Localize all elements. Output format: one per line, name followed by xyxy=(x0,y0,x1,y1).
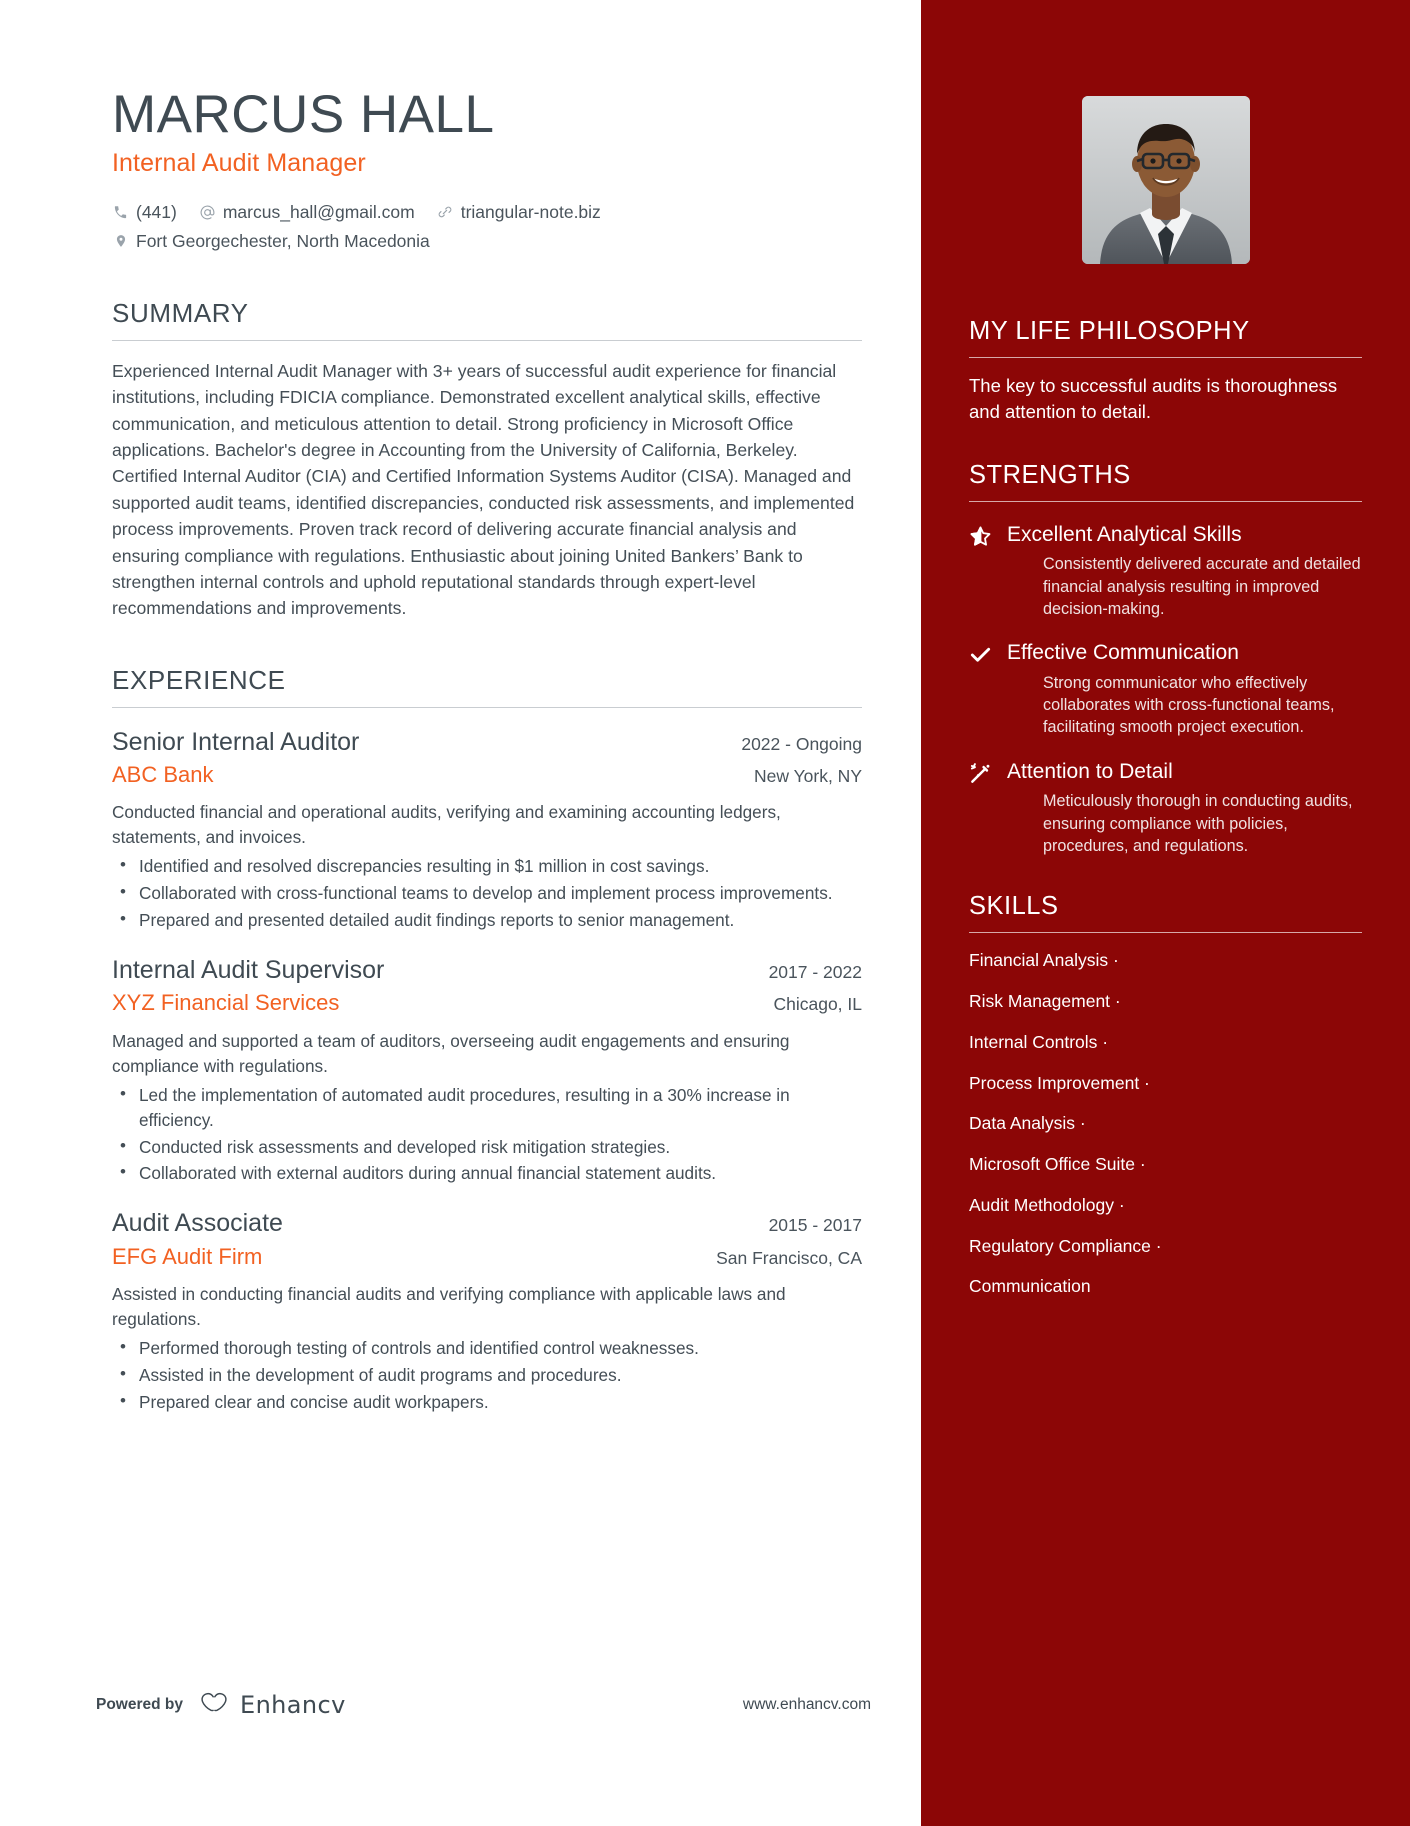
strength-description: Strong communicator who effectively coll… xyxy=(1043,673,1335,737)
experience-bullet: Performed thorough testing of controls a… xyxy=(112,1335,862,1361)
strengths-divider xyxy=(969,500,1362,502)
contact-phone-text: (441) xyxy=(136,202,177,223)
half-star-icon xyxy=(969,522,1007,548)
at-sign-icon xyxy=(199,204,216,221)
strengths-section: STRENGTHS Excellent Analytical Skills Co… xyxy=(969,460,1362,858)
experience-bullet: Prepared and presented detailed audit fi… xyxy=(112,907,862,933)
enhancv-mark-icon xyxy=(197,1690,231,1719)
experience-divider xyxy=(112,706,862,708)
skills-section-title: SKILLS xyxy=(969,892,1059,921)
experience-bullets: Led the implementation of automated audi… xyxy=(112,1082,862,1187)
main-content-column: MARCUS HALL Internal Audit Manager (441) xyxy=(0,0,921,1826)
experience-item: Internal Audit Supervisor 2017 - 2022 XY… xyxy=(112,955,862,1186)
contact-block: (441) marcus_hall@gmail.com triangular-n… xyxy=(112,198,862,255)
philosophy-section-title: MY LIFE PHILOSOPHY xyxy=(969,317,1250,345)
strengths-section-title: STRENGTHS xyxy=(969,460,1131,489)
strength-description: Consistently delivered accurate and deta… xyxy=(1043,555,1361,618)
skills-section: SKILLS Financial Analysis · Risk Managem… xyxy=(969,891,1362,1298)
strength-name: Effective Communication xyxy=(1007,641,1239,665)
experience-role: Internal Audit Supervisor xyxy=(112,956,385,985)
skill-item: Risk Management · xyxy=(969,991,1121,1012)
contact-line-primary: (441) marcus_hall@gmail.com triangular-n… xyxy=(112,198,862,226)
page-title: MARCUS HALL xyxy=(112,85,495,144)
philosophy-divider xyxy=(969,357,1362,359)
experience-bullet: Led the implementation of automated audi… xyxy=(112,1082,862,1133)
contact-location-text: Fort Georgechester, North Macedonia xyxy=(136,230,430,251)
experience-company: XYZ Financial Services xyxy=(112,990,340,1016)
experience-dates: 2015 - 2017 xyxy=(768,1215,862,1236)
strength-item: Effective Communication xyxy=(969,640,1362,666)
skill-item: Microsoft Office Suite · xyxy=(969,1154,1146,1175)
contact-phone: (441) xyxy=(112,198,177,226)
experience-item: Audit Associate 2015 - 2017 EFG Audit Fi… xyxy=(112,1208,862,1414)
skill-item: Process Improvement · xyxy=(969,1072,1150,1093)
resume-header: MARCUS HALL Internal Audit Manager (441) xyxy=(112,86,862,255)
contact-email-text[interactable]: marcus_hall@gmail.com xyxy=(223,198,415,226)
experience-location: Chicago, IL xyxy=(773,994,862,1015)
skill-item: Audit Methodology · xyxy=(969,1194,1125,1215)
experience-section-title: EXPERIENCE xyxy=(112,664,286,695)
summary-section: SUMMARY Experienced Internal Audit Manag… xyxy=(112,297,862,622)
contact-email: marcus_hall@gmail.com xyxy=(199,198,415,226)
strength-name: Excellent Analytical Skills xyxy=(1007,522,1242,546)
experience-bullets: Identified and resolved discrepancies re… xyxy=(112,853,862,933)
strength-item: Attention to Detail xyxy=(969,759,1362,785)
check-icon xyxy=(969,640,1007,666)
skills-list: Financial Analysis · Risk Management · I… xyxy=(969,949,1362,1298)
link-icon xyxy=(437,204,454,220)
resume-page: MARCUS HALL Internal Audit Manager (441) xyxy=(0,0,1410,1826)
page-footer: Powered by Enhancv www.enhancv.com xyxy=(96,1690,871,1719)
contact-website: triangular-note.biz xyxy=(437,198,601,226)
experience-dates: 2017 - 2022 xyxy=(768,962,862,983)
experience-bullets: Performed thorough testing of controls a… xyxy=(112,1335,862,1415)
experience-dates: 2022 - Ongoing xyxy=(741,733,862,754)
avatar-wrap xyxy=(969,96,1362,264)
footer-url[interactable]: www.enhancv.com xyxy=(743,1696,871,1714)
skill-item: Communication xyxy=(969,1276,1091,1297)
summary-divider xyxy=(112,339,862,341)
experience-description: Assisted in conducting financial audits … xyxy=(112,1284,786,1330)
contact-location: Fort Georgechester, North Macedonia xyxy=(112,227,430,255)
experience-bullet: Assisted in the development of audit pro… xyxy=(112,1362,862,1388)
contact-website-text[interactable]: triangular-note.biz xyxy=(461,198,601,226)
experience-bullet: Identified and resolved discrepancies re… xyxy=(112,853,862,879)
phone-icon xyxy=(112,205,129,220)
strength-description: Meticulously thorough in conducting audi… xyxy=(1043,792,1353,855)
experience-role: Audit Associate xyxy=(112,1209,283,1238)
avatar xyxy=(1081,96,1250,264)
experience-company: EFG Audit Firm xyxy=(112,1243,263,1269)
experience-bullet: Conducted risk assessments and developed… xyxy=(112,1134,862,1160)
experience-bullet: Prepared clear and concise audit workpap… xyxy=(112,1389,862,1415)
skill-item: Data Analysis · xyxy=(969,1113,1086,1134)
experience-role: Senior Internal Auditor xyxy=(112,727,360,756)
summary-text: Experienced Internal Audit Manager with … xyxy=(112,360,855,619)
strength-item: Excellent Analytical Skills xyxy=(969,522,1362,548)
experience-description: Managed and supported a team of auditors… xyxy=(112,1030,790,1076)
experience-description: Conducted financial and operational audi… xyxy=(112,802,781,848)
experience-company: ABC Bank xyxy=(112,761,214,787)
powered-by-block: Powered by Enhancv xyxy=(96,1690,346,1719)
skill-item: Internal Controls · xyxy=(969,1031,1109,1052)
skill-item: Regulatory Compliance · xyxy=(969,1235,1162,1256)
powered-by-label: Powered by xyxy=(96,1695,183,1713)
experience-section: EXPERIENCE Senior Internal Auditor 2022 … xyxy=(112,664,862,1415)
experience-location: New York, NY xyxy=(754,765,862,786)
philosophy-section: MY LIFE PHILOSOPHY The key to successful… xyxy=(969,316,1362,426)
skills-divider xyxy=(969,932,1362,934)
contact-line-location: Fort Georgechester, North Macedonia xyxy=(112,227,862,255)
experience-bullet: Collaborated with cross-functional teams… xyxy=(112,880,862,906)
experience-location: San Francisco, CA xyxy=(716,1247,862,1268)
experience-bullet: Collaborated with external auditors duri… xyxy=(112,1160,862,1186)
strength-name: Attention to Detail xyxy=(1007,759,1173,783)
map-pin-icon xyxy=(112,233,129,249)
philosophy-text: The key to successful audits is thorough… xyxy=(969,375,1338,423)
sidebar: MY LIFE PHILOSOPHY The key to successful… xyxy=(921,0,1410,1826)
skill-item: Financial Analysis · xyxy=(969,950,1119,971)
magic-wand-sparkle-icon xyxy=(969,759,1007,785)
enhancv-logo: Enhancv xyxy=(197,1690,346,1719)
summary-section-title: SUMMARY xyxy=(112,297,249,328)
enhancv-wordmark: Enhancv xyxy=(240,1690,346,1719)
job-title: Internal Audit Manager xyxy=(112,149,366,178)
experience-item: Senior Internal Auditor 2022 - Ongoing A… xyxy=(112,727,862,933)
